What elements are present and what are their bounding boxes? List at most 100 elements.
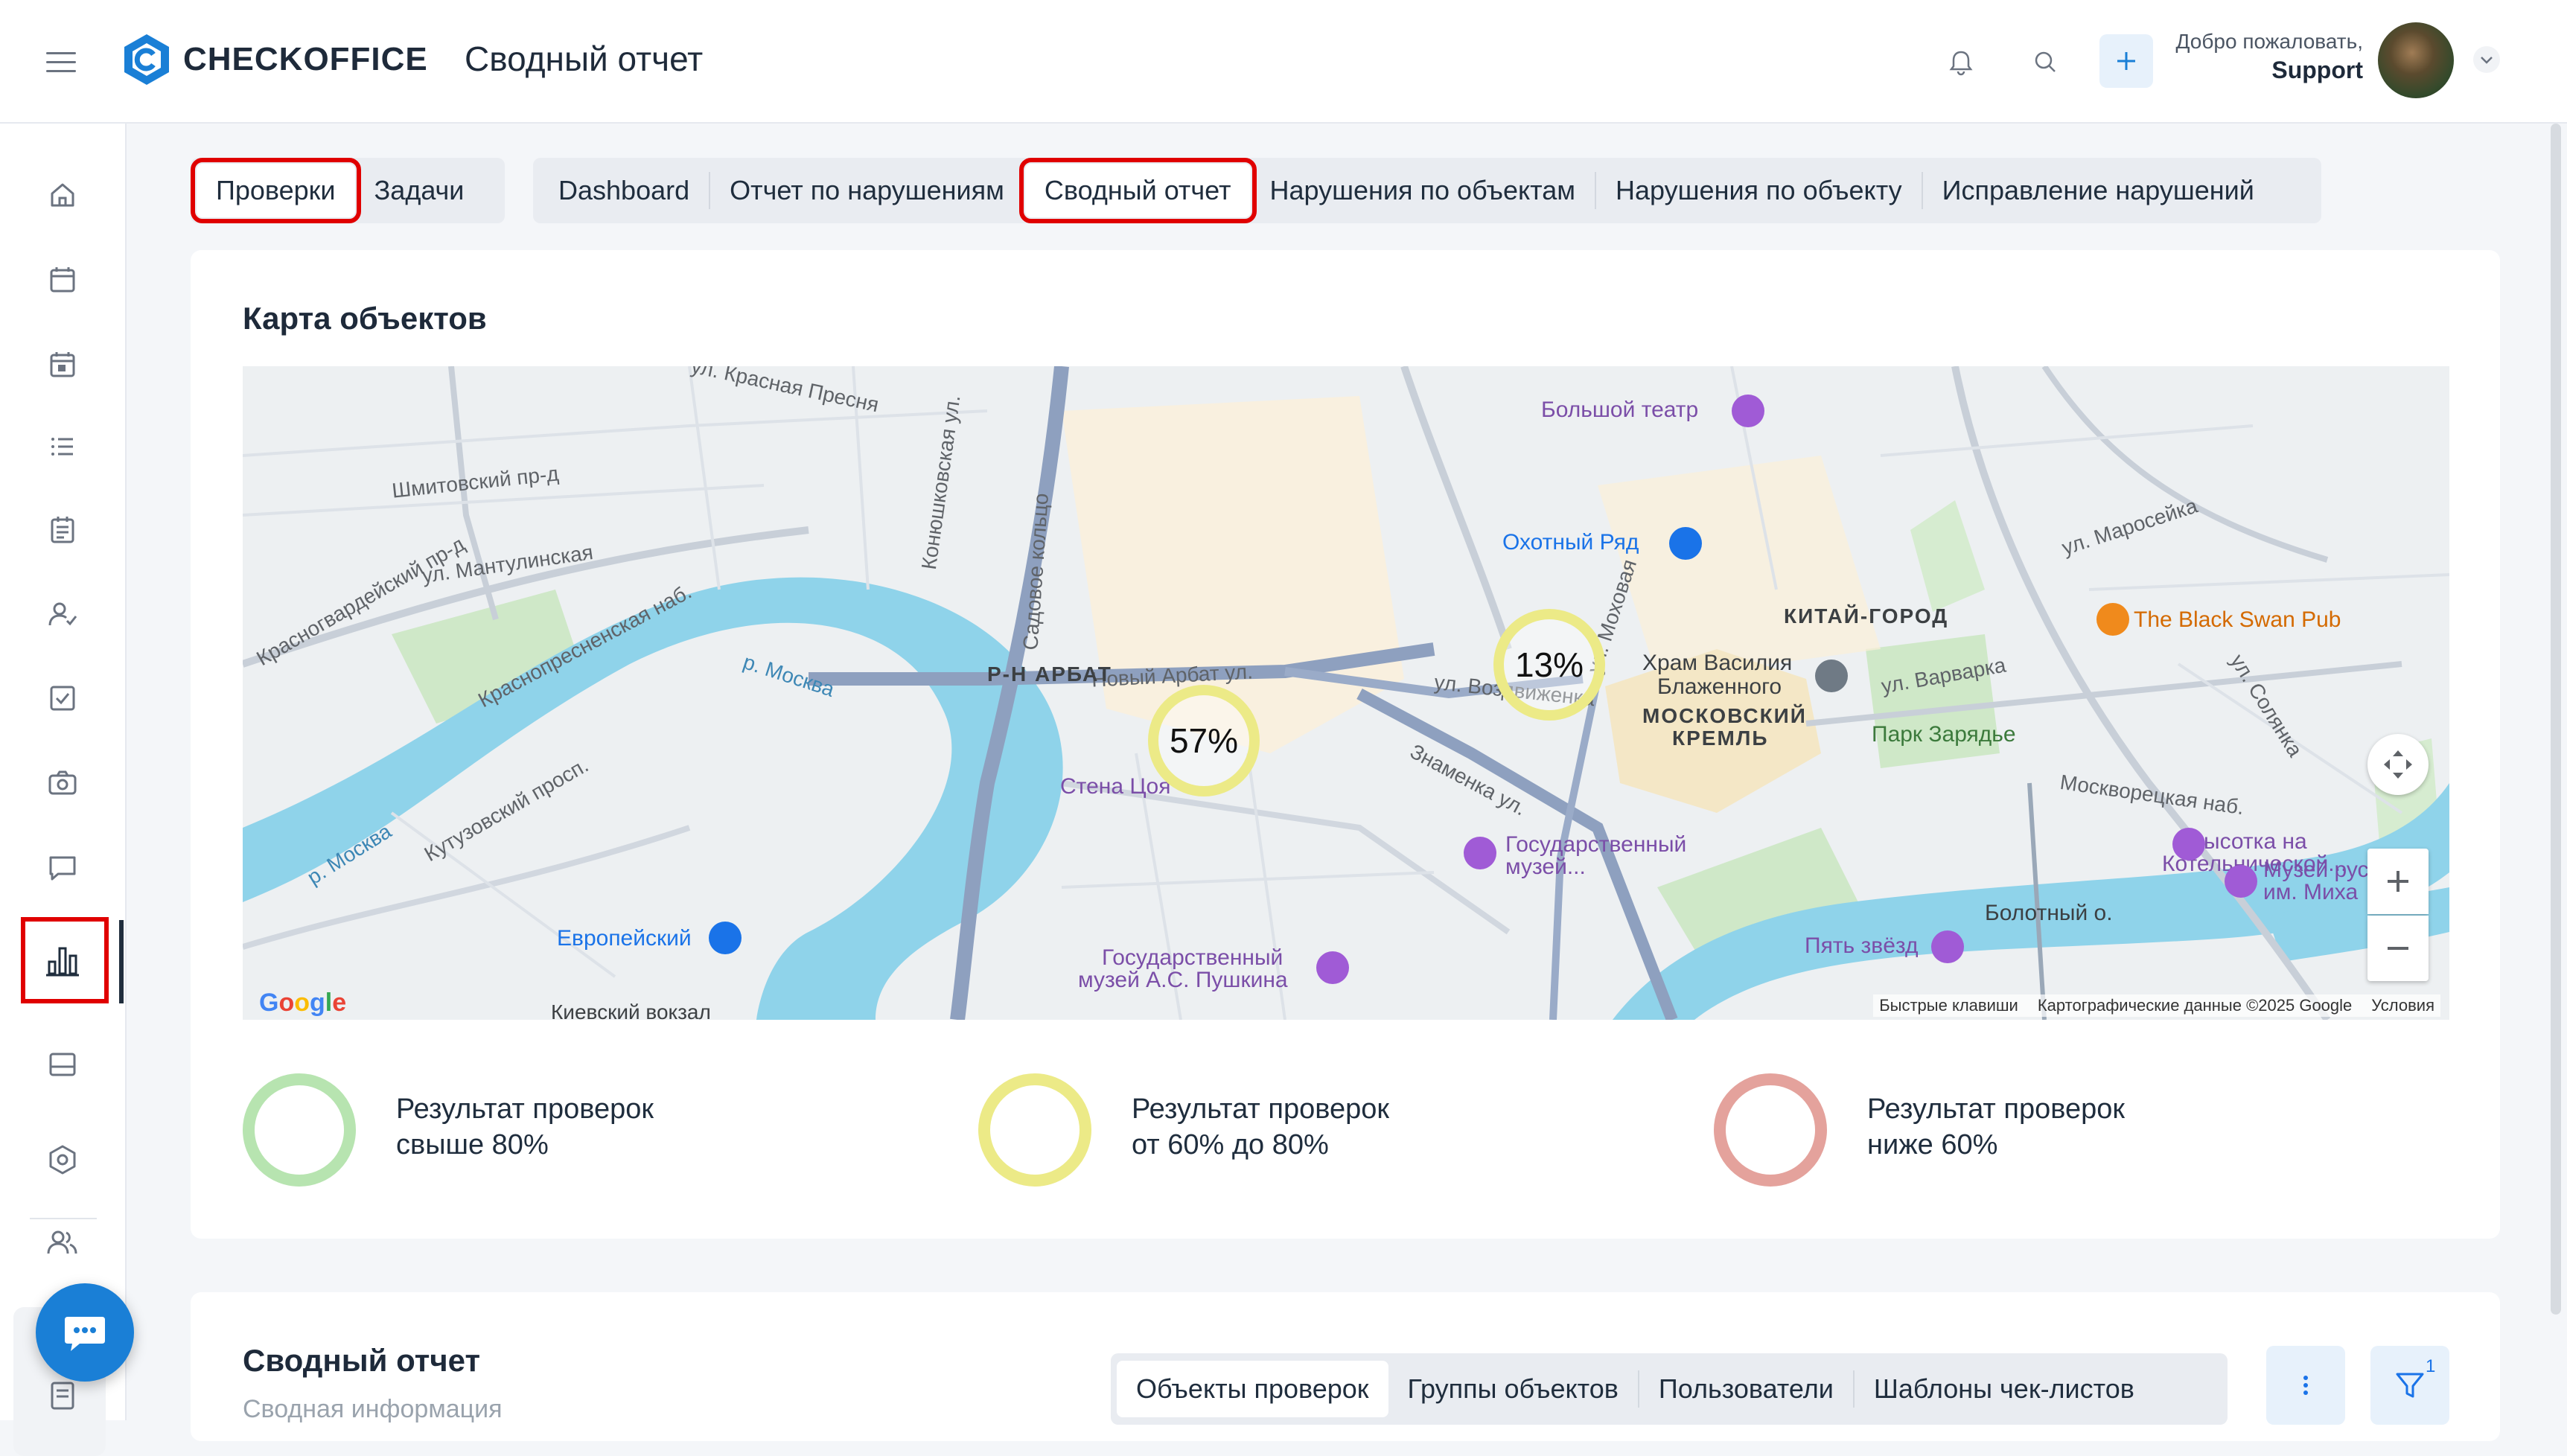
map-cluster-marker[interactable]: 13% [1493, 609, 1605, 721]
poi-label[interactable]: Стена Цоя [1060, 774, 1170, 799]
filter-button[interactable]: 1 [2370, 1346, 2449, 1425]
objects-map-card: Карта объектов ул. Красная Пресня Шмитов… [191, 250, 2500, 1239]
museum-icon [1316, 951, 1349, 984]
tab-violations-by-object[interactable]: Нарушения по объекту [1596, 164, 1922, 217]
poi-label[interactable]: музей А.С. Пушкина [1078, 968, 1288, 993]
poi-label[interactable]: Высотка на [2189, 829, 2307, 855]
poi-label[interactable]: Киевский вокзал [551, 1000, 711, 1020]
zoom-out-button[interactable] [2367, 916, 2429, 981]
district-label: КИТАЙ-ГОРОД [1784, 604, 1949, 628]
terms-link[interactable]: Условия [2371, 996, 2434, 1015]
sidebar [0, 124, 127, 1456]
more-options-button[interactable] [2266, 1346, 2345, 1425]
legend-label-medium: Результат проверок от 60% до 80% [1132, 1093, 1390, 1160]
filter-count-badge: 1 [2426, 1356, 2436, 1376]
legend-label-low: Результат проверок ниже 60% [1867, 1093, 2126, 1160]
poi-label[interactable]: Государственный [1102, 945, 1283, 971]
chat-support-button[interactable] [36, 1283, 134, 1382]
tab-object-groups[interactable]: Группы объектов [1388, 1361, 1638, 1417]
home-icon[interactable] [42, 174, 83, 216]
more-vertical-icon [2303, 1376, 2308, 1395]
tab-tasks[interactable]: Задачи [355, 164, 484, 217]
tab-violations-by-objects[interactable]: Нарушения по объектам [1251, 164, 1595, 217]
search-icon[interactable] [2027, 43, 2065, 82]
filter-icon [2396, 1373, 2424, 1398]
settings-icon[interactable] [42, 1139, 83, 1181]
users-icon[interactable] [42, 1222, 83, 1264]
calendar-day-icon[interactable] [42, 344, 83, 386]
bar-chart-icon [42, 939, 83, 981]
poi-label[interactable]: Храм Василия [1642, 651, 1792, 676]
poi-label[interactable]: Музей рус [2263, 858, 2369, 883]
zoom-in-button[interactable] [2367, 849, 2429, 914]
poi-label[interactable]: музей... [1505, 855, 1586, 880]
chevron-down-icon[interactable] [2472, 45, 2501, 74]
pub-icon [2096, 603, 2129, 636]
poi-label[interactable]: Пять звёзд [1805, 933, 1919, 959]
plus-icon [2388, 871, 2408, 892]
poi-label[interactable]: им. Миха [2263, 880, 2358, 905]
page-title: Сводный отчет [465, 39, 704, 78]
card-title: Сводный отчет [243, 1343, 481, 1378]
summary-report-card: Сводный отчет Сводная информация Объекты… [191, 1292, 2500, 1441]
tab-inspections[interactable]: Проверки [191, 158, 361, 223]
app-logo[interactable]: CHECKOFFICE [122, 33, 428, 86]
fullscreen-button[interactable] [2367, 734, 2429, 795]
avatar[interactable] [2378, 22, 2454, 98]
shopping-icon [709, 922, 742, 954]
camera-icon[interactable] [42, 762, 83, 804]
clipboard-icon[interactable] [42, 509, 83, 551]
map-cluster-marker[interactable]: 57% [1148, 685, 1260, 796]
add-button[interactable] [2099, 34, 2153, 88]
tab-users[interactable]: Пользователи [1639, 1361, 1853, 1417]
checkoffice-logo-icon [124, 34, 169, 85]
district-label: КРЕМЛЬ [1672, 727, 1769, 750]
church-icon [1815, 660, 1848, 692]
sidebar-divider [30, 1218, 97, 1219]
checkbox-icon[interactable] [42, 677, 83, 719]
poi-label[interactable]: Европейский [557, 926, 692, 951]
street-label: Болотный о. [1985, 901, 2113, 925]
active-indicator [119, 920, 124, 1003]
poi-label[interactable]: Охотный Ряд [1502, 530, 1639, 555]
summary-tabs: Объекты проверок Группы объектов Пользов… [1111, 1353, 2228, 1425]
list-icon[interactable] [42, 426, 83, 467]
chat-icon[interactable] [42, 847, 83, 889]
tab-summary-report[interactable]: Сводный отчет [1018, 158, 1257, 223]
card-title: Карта объектов [243, 301, 487, 336]
landmark-icon [2172, 828, 2205, 860]
tab-inspection-objects[interactable]: Объекты проверок [1117, 1361, 1388, 1417]
poi-label[interactable]: The Black Swan Pub [2134, 607, 2341, 633]
logo-text: CHECKOFFICE [183, 41, 428, 77]
map-tiles [243, 366, 2449, 1020]
poi-label[interactable]: Блаженного [1657, 674, 1782, 700]
page-scrollbar[interactable] [2551, 124, 2561, 1315]
menu-icon[interactable] [42, 43, 80, 82]
objects-map[interactable]: ул. Красная Пресня Шмитовский пр-д ул. М… [243, 366, 2449, 1020]
cinema-icon [1931, 930, 1964, 963]
museum-icon [2225, 865, 2257, 898]
welcome-text: Добро пожаловать, [2175, 30, 2363, 53]
report-tabs: Dashboard Отчет по нарушениям Сводный от… [533, 158, 2321, 223]
map-data-text: Картографические данные ©2025 Google [2037, 996, 2353, 1015]
legend-ring-low [1714, 1073, 1827, 1187]
sidebar-item-analytics[interactable] [21, 917, 109, 1003]
message-icon [65, 1317, 105, 1351]
keyboard-shortcuts-link[interactable]: Быстрые клавиши [1879, 996, 2018, 1015]
inbox-icon[interactable] [42, 1044, 83, 1085]
poi-label[interactable]: Государственный [1505, 832, 1686, 858]
calendar-icon[interactable] [42, 259, 83, 301]
poi-label[interactable]: Парк Зарядье [1872, 722, 2016, 747]
user-check-icon[interactable] [42, 594, 83, 636]
poi-label[interactable]: Большой театр [1541, 397, 1698, 423]
museum-icon [1464, 837, 1496, 869]
fullscreen-icon [2384, 750, 2412, 779]
tab-violations-fix[interactable]: Исправление нарушений [1923, 164, 2274, 217]
google-logo: Google [259, 989, 347, 1017]
tab-dashboard[interactable]: Dashboard [539, 164, 709, 217]
tab-violations-report[interactable]: Отчет по нарушениям [710, 164, 1024, 217]
legend-label-high: Результат проверок свыше 80% [396, 1093, 654, 1160]
bell-icon[interactable] [1942, 43, 1980, 82]
tab-checklist-templates[interactable]: Шаблоны чек-листов [1855, 1361, 2154, 1417]
map-attribution: Быстрые клавиши Картографические данные … [1873, 994, 2440, 1017]
